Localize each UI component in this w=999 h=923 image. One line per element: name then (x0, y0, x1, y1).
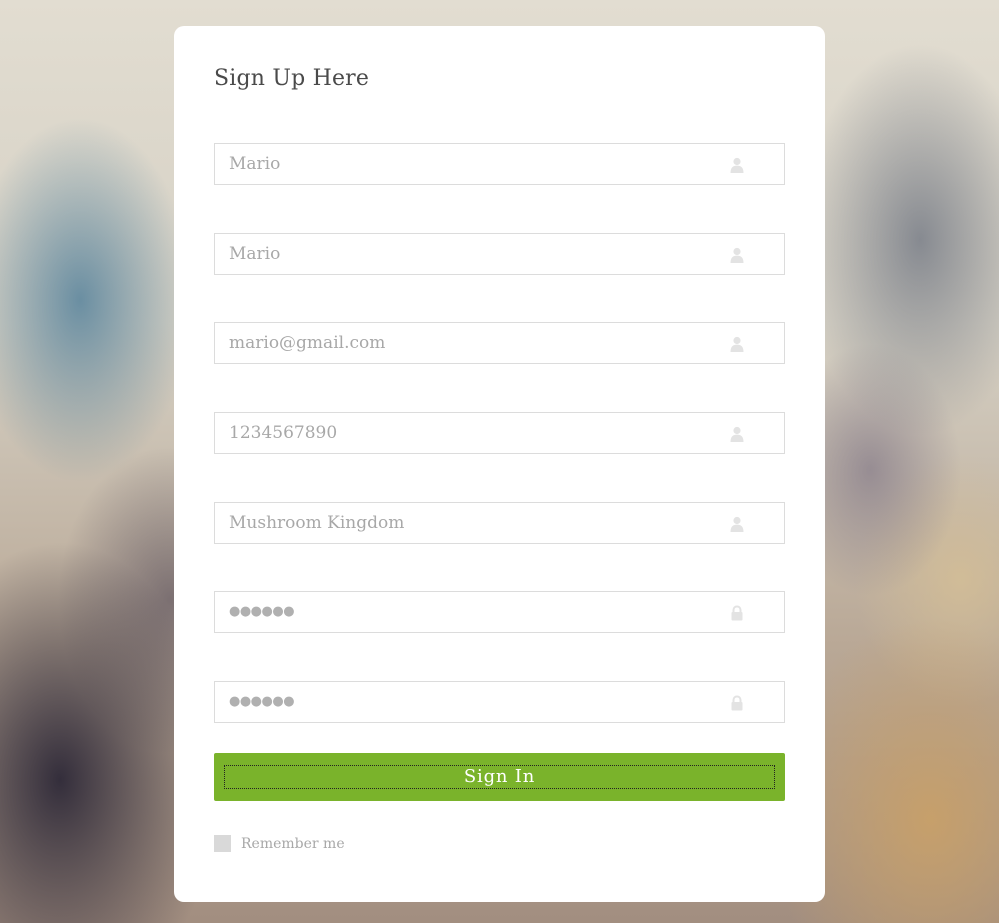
remember-me-checkbox[interactable] (214, 835, 231, 852)
phone-value: 1234567890 (229, 423, 338, 443)
sign-in-label: Sign In (463, 766, 536, 787)
confirm-password-value: ●●●●●● (229, 694, 295, 709)
lock-icon (731, 605, 743, 621)
password-value: ●●●●●● (229, 604, 295, 619)
form-title: Sign Up Here (214, 66, 370, 91)
user-icon (730, 247, 744, 263)
first-name-field[interactable]: Mario (214, 143, 785, 185)
address-value: Mushroom Kingdom (229, 513, 405, 533)
password-field[interactable]: ●●●●●● (214, 591, 785, 633)
user-icon (730, 336, 744, 352)
remember-me-label: Remember me (241, 836, 345, 852)
first-name-value: Mario (229, 154, 281, 174)
confirm-password-field[interactable]: ●●●●●● (214, 681, 785, 723)
signup-card: Sign Up Here Mario Mario mario@gmail.com… (174, 26, 825, 902)
phone-field[interactable]: 1234567890 (214, 412, 785, 454)
last-name-field[interactable]: Mario (214, 233, 785, 275)
user-icon (730, 157, 744, 173)
lock-icon (731, 695, 743, 711)
address-field[interactable]: Mushroom Kingdom (214, 502, 785, 544)
email-value: mario@gmail.com (229, 333, 386, 353)
email-field[interactable]: mario@gmail.com (214, 322, 785, 364)
user-icon (730, 426, 744, 442)
sign-in-button[interactable]: Sign In (214, 753, 785, 801)
user-icon (730, 516, 744, 532)
last-name-value: Mario (229, 244, 281, 264)
